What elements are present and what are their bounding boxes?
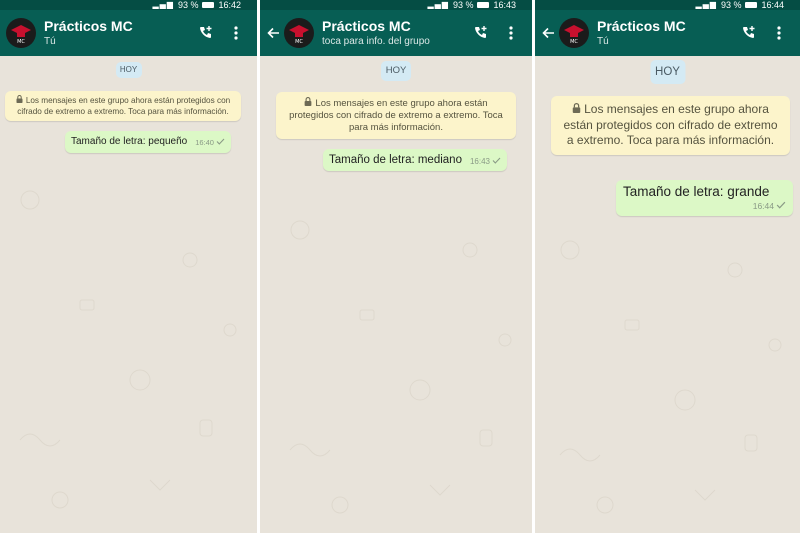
battery-icon [477, 2, 490, 8]
avatar-label: MC [570, 39, 578, 45]
e2e-notice-text: Los mensajes en este grupo ahora están p… [563, 102, 778, 147]
avatar-label: MC [295, 39, 303, 45]
call-add-icon[interactable] [197, 24, 215, 42]
message-time: 16:44 [752, 201, 774, 211]
e2e-notice-text: Los mensajes en este grupo ahora están p… [17, 96, 231, 116]
e2e-encryption-notice[interactable]: Los mensajes en este grupo ahora están p… [551, 96, 790, 155]
date-chip: HOY [115, 62, 142, 78]
more-vert-icon[interactable] [770, 24, 788, 42]
lock-icon [305, 97, 312, 106]
chat-screen-small: ▂▄▆ 93 % 16:42 MC Prácticos MC Tú HOY Lo… [0, 0, 257, 533]
signal-icon: ▂▄▆ [695, 0, 717, 9]
message-time: 16:43 [469, 157, 490, 166]
call-add-icon[interactable] [740, 24, 758, 42]
battery-icon [745, 2, 758, 8]
lock-icon [572, 103, 581, 113]
date-chip: HOY [650, 60, 685, 84]
group-avatar[interactable]: MC [559, 18, 589, 48]
status-bar: ▂▄▆ 93 % 16:42 [0, 0, 257, 10]
chat-titles[interactable]: Prácticos MC toca para info. del grupo [322, 18, 472, 48]
chat-subtitle: Tú [44, 36, 56, 47]
chat-header[interactable]: MC Prácticos MC Tú [535, 10, 800, 56]
back-arrow-icon[interactable] [266, 26, 280, 40]
e2e-notice-text: Los mensajes en este grupo ahora están p… [289, 98, 503, 133]
more-vert-icon[interactable] [227, 24, 245, 42]
outgoing-message[interactable]: Tamaño de letra: grande 16:44 [616, 180, 793, 216]
chat-title: Prácticos MC [597, 18, 686, 34]
signal-icon: ▂▄▆ [152, 0, 174, 9]
outgoing-message[interactable]: Tamaño de letra: mediano 16:43 [323, 149, 507, 171]
chat-title: Prácticos MC [44, 18, 133, 34]
avatar-label: MC [17, 39, 25, 45]
chat-header[interactable]: MC Prácticos MC Tú [0, 10, 257, 56]
chat-title: Prácticos MC [322, 18, 411, 34]
doodle-wallpaper [19, 190, 237, 509]
chat-subtitle: toca para info. del grupo [322, 36, 430, 47]
battery-text: 93 % [177, 0, 199, 10]
status-bar: ▂▄▆ 93 % 16:44 [535, 0, 800, 10]
sent-check-icon [776, 201, 786, 209]
chat-screen-medium: ▂▄▆ 93 % 16:43 MC Prácticos MC toca para… [260, 0, 532, 533]
chat-header[interactable]: MC Prácticos MC toca para info. del grup… [260, 10, 532, 56]
more-vert-icon[interactable] [502, 24, 520, 42]
signal-icon: ▂▄▆ [427, 0, 449, 9]
lock-icon [16, 95, 23, 103]
message-text: Tamaño de letra: mediano [329, 154, 462, 166]
back-arrow-icon[interactable] [541, 26, 555, 40]
group-avatar[interactable]: MC [6, 18, 36, 48]
battery-text: 93 % [452, 0, 474, 10]
message-time: 16:40 [195, 138, 214, 147]
chat-subtitle: Tú [597, 36, 609, 47]
e2e-encryption-notice[interactable]: Los mensajes en este grupo ahora están p… [5, 91, 241, 121]
status-time: 16:43 [493, 0, 516, 10]
e2e-encryption-notice[interactable]: Los mensajes en este grupo ahora están p… [276, 92, 516, 139]
message-text: Tamaño de letra: grande [623, 184, 770, 199]
chat-screen-large: ▂▄▆ 93 % 16:44 MC Prácticos MC Tú HOY Lo… [535, 0, 800, 533]
message-text: Tamaño de letra: pequeño [71, 136, 188, 147]
chat-titles[interactable]: Prácticos MC Tú [597, 18, 740, 48]
outgoing-message[interactable]: Tamaño de letra: pequeño 16:40 [65, 131, 231, 153]
status-bar: ▂▄▆ 93 % 16:43 [260, 0, 532, 10]
sent-check-icon [216, 138, 225, 145]
sent-check-icon [492, 157, 501, 164]
chat-titles[interactable]: Prácticos MC Tú [44, 18, 197, 48]
group-avatar[interactable]: MC [284, 18, 314, 48]
battery-text: 93 % [720, 0, 742, 10]
status-time: 16:44 [761, 0, 784, 10]
date-chip: HOY [381, 61, 411, 81]
battery-icon [202, 2, 215, 8]
status-time: 16:42 [218, 0, 241, 10]
call-add-icon[interactable] [472, 24, 490, 42]
